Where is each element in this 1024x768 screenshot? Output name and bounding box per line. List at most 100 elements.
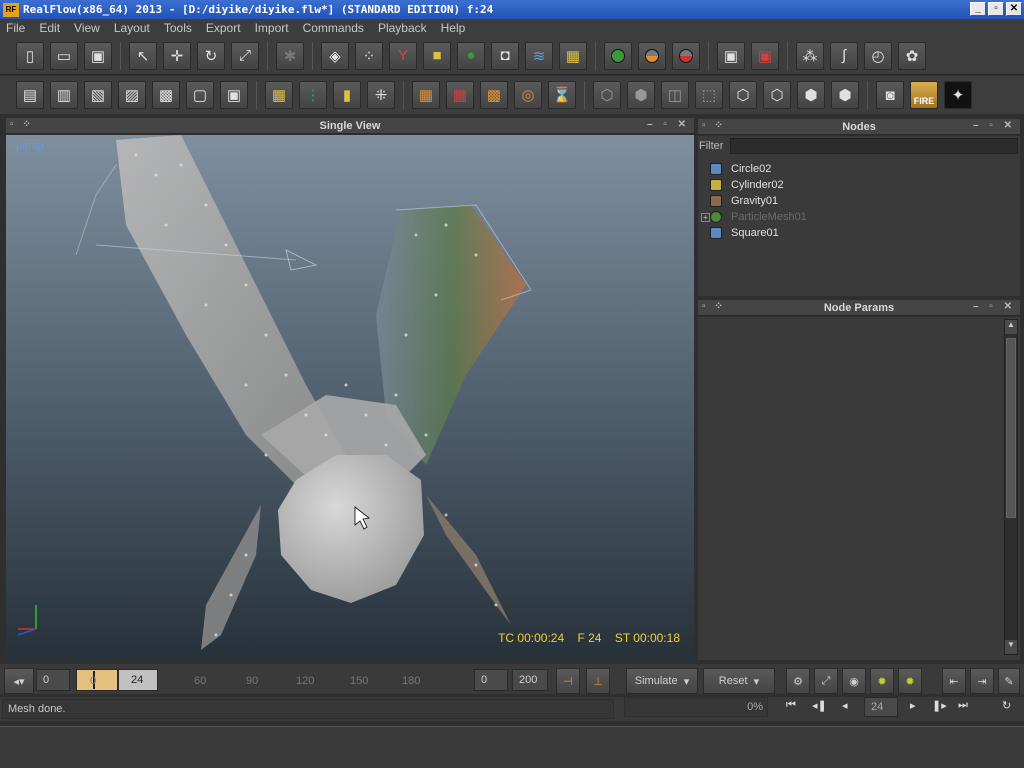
node-item-square01[interactable]: Square01 (698, 225, 1020, 241)
menu-import[interactable]: Import (255, 21, 289, 35)
menu-edit[interactable]: Edit (39, 21, 60, 35)
add-mesh-icon[interactable]: ● (457, 41, 485, 70)
layout-5-icon[interactable]: ▩ (152, 81, 180, 109)
render-settings-icon[interactable]: ⚙ (786, 668, 810, 694)
add-object-icon[interactable]: ◈ (321, 41, 349, 70)
menu-tools[interactable]: Tools (164, 21, 192, 35)
box-view-icon[interactable]: ▢ (186, 81, 214, 109)
panel-grip-icon[interactable]: ▫ ⁘ (10, 119, 34, 130)
cube-shade-1-icon[interactable]: ⬡ (593, 81, 621, 109)
curve-editor-icon[interactable]: ⋮ (299, 81, 327, 109)
brain-icon[interactable]: ✿ (898, 41, 926, 70)
key-set-icon[interactable]: ⊥ (586, 668, 610, 694)
cube-shade-4-icon[interactable]: ⬚ (695, 81, 723, 109)
node-item-circle02[interactable]: Circle02 (698, 161, 1020, 177)
cube-shade-2-icon[interactable]: ⬢ (627, 81, 655, 109)
layout-1-icon[interactable]: ▤ (16, 81, 44, 109)
layout-4-icon[interactable]: ▨ (118, 81, 146, 109)
grid-orange-icon[interactable]: ▦ (412, 81, 440, 109)
timeline-range[interactable] (76, 669, 118, 691)
layout-3-icon[interactable]: ▧ (84, 81, 112, 109)
save-scene-red-icon[interactable]: ▣ (751, 41, 779, 70)
node-item-gravity01[interactable]: Gravity01 (698, 193, 1020, 209)
go-end-icon[interactable]: ⏭ (958, 699, 968, 712)
panel-controls[interactable]: – ▫ ✕ (647, 119, 690, 130)
add-wave-icon[interactable]: ≋ (525, 41, 553, 70)
camera-render-icon[interactable]: ◙ (876, 81, 904, 109)
eye-icon[interactable]: ◉ (842, 668, 866, 694)
timeline-start-field[interactable]: 0 (36, 669, 70, 691)
wrench-icon[interactable]: ✎ (998, 668, 1020, 694)
export-orange-icon[interactable] (638, 41, 666, 70)
batch-script-icon[interactable]: ∫ (830, 41, 858, 70)
menu-layout[interactable]: Layout (114, 21, 150, 35)
panel-grip-icon[interactable]: ▫ ⁘ (702, 301, 726, 312)
range-start-field[interactable]: 0 (474, 669, 508, 691)
scale-tool-icon[interactable]: ⤢ (231, 41, 259, 70)
scroll-up-icon[interactable]: ▲ (1005, 320, 1017, 334)
add-daemon-icon[interactable]: Y (389, 41, 417, 70)
export-green-icon[interactable] (604, 41, 632, 70)
grid-wave-icon[interactable]: ▩ (480, 81, 508, 109)
render-icon[interactable]: ✦ (944, 81, 972, 109)
maximize-button[interactable]: ▫ (988, 2, 1004, 16)
add-camera-icon[interactable]: ◘ (491, 41, 519, 70)
close-button[interactable]: ✕ (1006, 2, 1022, 16)
layout-2-icon[interactable]: ▥ (50, 81, 78, 109)
panel-controls[interactable]: – ▫ ✕ (973, 120, 1016, 131)
grid-circle-icon[interactable]: ◎ (514, 81, 542, 109)
menu-commands[interactable]: Commands (303, 21, 364, 35)
key-mark-icon[interactable]: ⊣ (556, 668, 580, 694)
gear-green-icon[interactable]: ✹ (870, 668, 894, 694)
loop-icon[interactable]: ↻ (1002, 699, 1011, 712)
play-back-icon[interactable]: ◂ (842, 699, 848, 712)
export-red-icon[interactable] (672, 41, 700, 70)
select-tool-icon[interactable]: ↖ (129, 41, 157, 70)
dots-icon[interactable]: ⁜ (367, 81, 395, 109)
new-file-icon[interactable]: ▯ (16, 41, 44, 70)
key-prev-icon[interactable]: ⇤ (942, 668, 966, 694)
expand-icon[interactable]: + (701, 212, 710, 222)
3d-viewport[interactable]: persp TC 00:00:24 F 24 ST 00:00:18 (6, 135, 694, 659)
add-emitter-icon[interactable]: ⁘ (355, 41, 383, 70)
scroll-thumb[interactable] (1006, 338, 1016, 518)
go-start-icon[interactable]: ⏮ (786, 699, 796, 712)
scroll-down-icon[interactable]: ▼ (1005, 640, 1017, 654)
move-tool-icon[interactable]: ✛ (163, 41, 191, 70)
menu-export[interactable]: Export (206, 21, 241, 35)
menu-playback[interactable]: Playback (378, 21, 427, 35)
box-view-2-icon[interactable]: ▣ (220, 81, 248, 109)
node-item-cylinder02[interactable]: Cylinder02 (698, 177, 1020, 193)
filter-input[interactable] (730, 138, 1018, 154)
timeline-menu-button[interactable]: ◂▾ (4, 668, 34, 694)
reset-button[interactable]: Reset ▾ (703, 668, 775, 694)
graph-editor-icon[interactable]: ▦ (265, 81, 293, 109)
play-icon[interactable]: ▸ (910, 699, 916, 712)
menu-view[interactable]: View (74, 21, 100, 35)
params-scrollbar[interactable]: ▲ ▼ (1004, 319, 1018, 655)
save-scene-icon[interactable]: ▣ (717, 41, 745, 70)
cube-solid-2-icon[interactable]: ⬢ (831, 81, 859, 109)
add-grid-icon[interactable]: ▦ (559, 41, 587, 70)
fire-icon[interactable]: FIRE (910, 81, 938, 109)
cube-shade-3-icon[interactable]: ◫ (661, 81, 689, 109)
gear-green-2-icon[interactable]: ✹ (898, 668, 922, 694)
scale-icon[interactable]: ⤢ (814, 668, 838, 694)
grid-red-icon[interactable]: ▦ (446, 81, 474, 109)
relationship-icon[interactable]: ▮ (333, 81, 361, 109)
range-end-field[interactable]: 200 (512, 669, 548, 691)
node-item-particlemesh01[interactable]: + ParticleMesh01 (698, 209, 1020, 225)
timeline-track[interactable]: 0 24 60 90 120 150 180 (76, 669, 470, 691)
current-frame-field[interactable]: 24 (864, 697, 898, 717)
step-forward-icon[interactable]: ❚▸ (932, 699, 947, 712)
simulate-button[interactable]: Simulate ▾ (626, 668, 698, 694)
cube-wire-2-icon[interactable]: ⬡ (763, 81, 791, 109)
cube-solid-1-icon[interactable]: ⬢ (797, 81, 825, 109)
rotate-tool-icon[interactable]: ↻ (197, 41, 225, 70)
menu-file[interactable]: File (6, 21, 25, 35)
script-icon[interactable]: ⁂ (796, 41, 824, 70)
timer-icon[interactable]: ◴ (864, 41, 892, 70)
menu-help[interactable]: Help (441, 21, 466, 35)
minimize-button[interactable]: _ (970, 2, 986, 16)
open-folder-icon[interactable]: ▭ (50, 41, 78, 70)
